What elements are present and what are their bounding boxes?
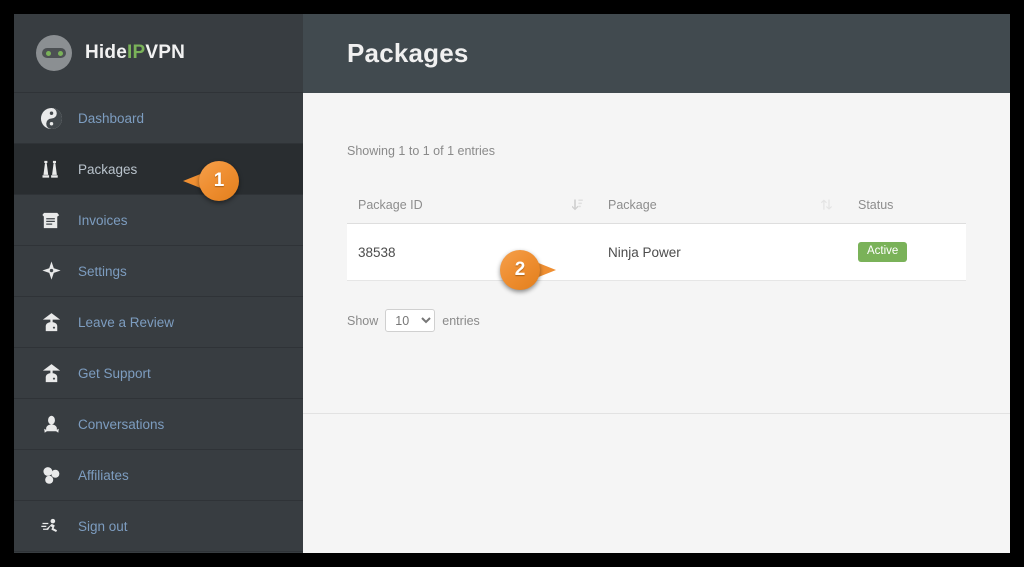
column-header-status[interactable]: Status	[847, 188, 966, 224]
sidebar-item-dashboard[interactable]: Dashboard	[14, 93, 303, 144]
sort-desc-icon	[571, 198, 583, 214]
column-header-label: Status	[858, 198, 894, 212]
app-window: HideIPVPN Dashboard Packages Invoices Se…	[14, 14, 1010, 553]
shuriken-icon	[38, 258, 64, 284]
sidebar-item-settings[interactable]: Settings	[14, 246, 303, 297]
table-row[interactable]: 38538 Ninja Power Active	[347, 223, 966, 282]
sidebar-item-label: Invoices	[78, 212, 128, 228]
table-header-row: Package ID Package Status	[347, 188, 966, 224]
sidebar-item-label: Dashboard	[78, 110, 145, 126]
sidebar-item-label: Sign out	[78, 518, 128, 534]
sidebar-item-conversations[interactable]: Conversations	[14, 399, 303, 450]
ninja-support-icon	[38, 360, 64, 386]
sidebar-item-invoices[interactable]: Invoices	[14, 195, 303, 246]
sidebar-item-label: Packages	[78, 161, 138, 177]
column-header-package[interactable]: Package	[597, 188, 847, 224]
sidebar-item-label: Get Support	[78, 365, 151, 381]
page-title: Packages	[347, 38, 469, 68]
length-menu-suffix: entries	[442, 313, 480, 328]
column-header-package-id[interactable]: Package ID	[347, 188, 597, 224]
page-header: Packages	[303, 14, 1010, 93]
ninja-speech-icon	[38, 411, 64, 437]
entries-info: Showing 1 to 1 of 1 entries	[347, 144, 496, 158]
brand-name: HideIPVPN	[85, 42, 185, 64]
brand-name-part2: IP	[126, 42, 146, 63]
brand-name-part1: Hide	[85, 42, 127, 63]
yin-yang-icon	[38, 105, 64, 131]
sort-both-icon	[820, 198, 833, 214]
content-area: Showing 1 to 1 of 1 entries Package ID P…	[303, 93, 1010, 553]
sidebar-item-sign-out[interactable]: Sign out	[14, 501, 303, 552]
sidebar-item-label: Settings	[78, 263, 127, 279]
brand-name-part3: VPN	[145, 42, 186, 63]
cell-status: Active	[847, 223, 966, 282]
status-badge: Active	[858, 242, 908, 263]
running-ninja-icon	[38, 513, 64, 539]
sidebar-item-label: Leave a Review	[78, 314, 175, 330]
main-content: Packages Showing 1 to 1 of 1 entries Pac…	[303, 14, 1010, 553]
brand-logo-area[interactable]: HideIPVPN	[14, 14, 303, 93]
sidebar-item-get-support[interactable]: Get Support	[14, 348, 303, 399]
column-header-label: Package	[608, 198, 657, 212]
three-circles-icon	[38, 462, 64, 488]
sidebar-item-leave-a-review[interactable]: Leave a Review	[14, 297, 303, 348]
length-menu-prefix: Show	[347, 313, 379, 328]
packages-panel: Showing 1 to 1 of 1 entries Package ID P…	[303, 93, 1010, 414]
sidebar: HideIPVPN Dashboard Packages Invoices Se…	[14, 14, 303, 553]
packages-table: Package ID Package Status 38538 Ninja Po…	[347, 188, 966, 282]
table-head: Package ID Package Status	[347, 188, 966, 224]
ninja-review-icon	[38, 309, 64, 335]
sidebar-nav: Dashboard Packages Invoices Settings Lea…	[14, 93, 303, 553]
column-header-label: Package ID	[358, 198, 423, 212]
ninja-mask-icon	[36, 35, 72, 71]
cell-package-name: Ninja Power	[597, 223, 847, 282]
entries-per-page-select[interactable]: 10 25 50 100	[385, 309, 436, 333]
cell-package-id: 38538	[347, 223, 597, 282]
nunchaku-icon	[38, 156, 64, 182]
sidebar-item-label: Conversations	[78, 416, 165, 432]
sidebar-item-packages[interactable]: Packages	[14, 144, 303, 195]
scroll-icon	[38, 207, 64, 233]
sidebar-item-label: Affiliates	[78, 467, 129, 483]
table-body: 38538 Ninja Power Active	[347, 223, 966, 282]
table-length-menu: Show 10 25 50 100 entries	[347, 309, 966, 333]
sidebar-item-affiliates[interactable]: Affiliates	[14, 450, 303, 501]
